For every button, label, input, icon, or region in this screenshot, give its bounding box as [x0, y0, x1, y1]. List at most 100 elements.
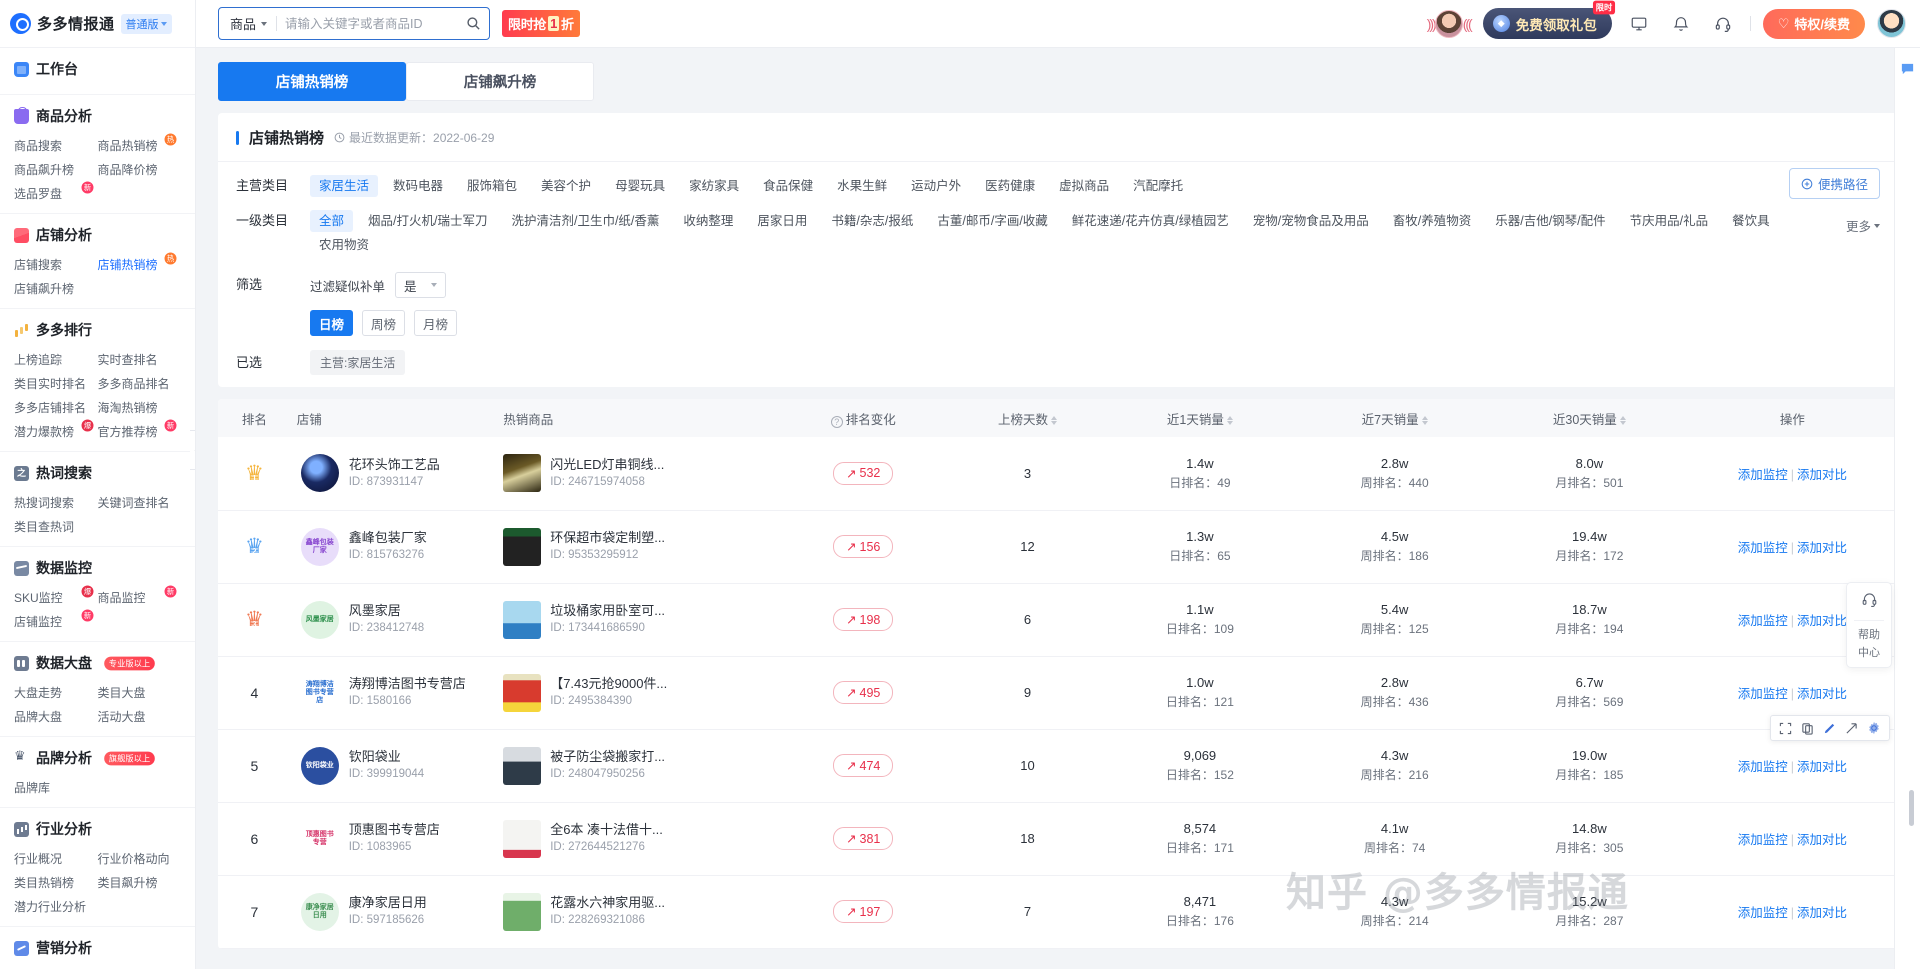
search-icon[interactable]: [457, 8, 489, 39]
cell-product[interactable]: 【7.43元抢9000件... ID: 2495384390: [497, 656, 775, 730]
main-category-chip-美容个护[interactable]: 美容个护: [532, 175, 600, 197]
add-compare-link[interactable]: 添加对比: [1797, 906, 1847, 920]
cell-product[interactable]: 全6本 凑十法借十... ID: 272644521276: [497, 802, 775, 876]
first-category-chip-洗护清洁剂/卫生巾/纸/香薰[interactable]: 洗护清洁剂/卫生巾/纸/香薰: [502, 210, 668, 232]
cell-shop[interactable]: 花环头饰工艺品 ID: 873931147: [290, 437, 498, 511]
sidebar-item-商品搜索[interactable]: 商品搜索: [14, 134, 98, 158]
period-option-日榜[interactable]: 日榜: [310, 310, 353, 336]
sort-icon[interactable]: [1226, 415, 1233, 425]
first-category-chip-烟品/打火机/瑞士军刀[interactable]: 烟品/打火机/瑞士军刀: [359, 210, 496, 232]
sidebar-group-数据监控[interactable]: 数据监控: [0, 558, 195, 578]
portable-path-button[interactable]: 便携路径: [1788, 168, 1880, 199]
period-option-周榜[interactable]: 周榜: [362, 310, 405, 336]
main-category-chip-数码电器[interactable]: 数码电器: [384, 175, 452, 197]
sort-icon[interactable]: [1421, 415, 1428, 425]
sidebar-item-选品罗盘[interactable]: 选品罗盘 新: [14, 181, 98, 206]
tab-店铺飙升榜[interactable]: 店铺飙升榜: [406, 62, 594, 101]
cell-product[interactable]: 被子防尘袋搬家打... ID: 248047950256: [497, 729, 775, 803]
add-compare-link[interactable]: 添加对比: [1797, 541, 1847, 555]
add-monitor-link[interactable]: 添加监控: [1738, 468, 1788, 482]
add-monitor-link[interactable]: 添加监控: [1738, 541, 1788, 555]
add-compare-link[interactable]: 添加对比: [1797, 687, 1847, 701]
sidebar-item-店铺搜索[interactable]: 店铺搜索: [14, 253, 98, 277]
add-monitor-link[interactable]: 添加监控: [1738, 687, 1788, 701]
first-category-chip-畜牧/养殖物资[interactable]: 畜牧/养殖物资: [1384, 210, 1480, 232]
help-center-float[interactable]: 帮助 中心: [1846, 582, 1892, 668]
sidebar-item-多多商品排名[interactable]: 多多商品排名: [98, 372, 182, 396]
table-row[interactable]: 4 涛翔博洁图书专营店 涛翔博洁图书专营店 ID: 1580166 【7.43元抢900…: [218, 656, 1898, 730]
suspect-filter-select[interactable]: 是: [395, 272, 446, 298]
period-option-月榜[interactable]: 月榜: [414, 310, 457, 336]
sidebar-item-热搜词搜索[interactable]: 热搜词搜索: [14, 491, 98, 515]
table-header-d7[interactable]: 近7天销量: [1297, 399, 1492, 437]
sidebar-item-SKU监控[interactable]: SKU监控 爆: [14, 585, 98, 610]
cell-shop[interactable]: 风墨家居 风墨家居 ID: 238412748: [290, 583, 498, 657]
search-type-select[interactable]: 商品: [219, 8, 276, 39]
sort-icon[interactable]: [1619, 415, 1626, 425]
add-compare-link[interactable]: 添加对比: [1797, 468, 1847, 482]
sidebar-group-热词搜索[interactable]: 之热词搜索: [0, 463, 195, 483]
cell-shop[interactable]: 顶惠图书专营 顶惠图书专营店 ID: 1083965: [290, 802, 498, 876]
sidebar-group-品牌分析[interactable]: 品牌分析旗舰版以上: [0, 748, 195, 768]
sidebar-item-店铺监控[interactable]: 店铺监控 新: [14, 609, 98, 634]
shop-info[interactable]: 涛翔博洁图书专营店 涛翔博洁图书专营店 ID: 1580166: [297, 673, 491, 712]
cell-product[interactable]: 垃圾桶家用卧室可... ID: 173441686590: [497, 583, 775, 657]
gear-icon[interactable]: [1867, 721, 1881, 735]
cell-shop[interactable]: 涛翔博洁图书专营店 涛翔博洁图书专营店 ID: 1580166: [290, 656, 498, 730]
sidebar-group-工作台[interactable]: 工作台: [0, 59, 195, 79]
sidebar-item-商品降价榜[interactable]: 商品降价榜: [98, 158, 182, 182]
sidebar-item-品牌大盘[interactable]: 品牌大盘: [14, 705, 98, 729]
help-icon[interactable]: ?: [830, 415, 843, 428]
pen-icon[interactable]: [1823, 722, 1836, 735]
main-category-chip-运动户外[interactable]: 运动户外: [902, 175, 970, 197]
main-category-chip-虚拟商品[interactable]: 虚拟商品: [1050, 175, 1118, 197]
cell-product[interactable]: 花露水六神家用驱... ID: 228269321086: [497, 875, 775, 949]
sidebar-item-潜力爆款榜[interactable]: 潜力爆款榜爆: [14, 419, 98, 444]
shop-info[interactable]: 花环头饰工艺品 ID: 873931147: [297, 454, 491, 493]
sidebar-item-多多店铺排名[interactable]: 多多店铺排名: [14, 396, 98, 420]
screenshot-icon[interactable]: [1779, 722, 1792, 735]
promo-avatar[interactable]: ))) (((: [1427, 9, 1473, 38]
copy-icon[interactable]: [1801, 722, 1814, 735]
cell-shop[interactable]: 鑫峰包装厂家 鑫峰包装厂家 ID: 815763276: [290, 510, 498, 584]
sidebar-item-潜力行业分析[interactable]: 潜力行业分析: [14, 895, 98, 919]
headset-icon[interactable]: [1708, 9, 1738, 39]
main-category-chip-医药健康[interactable]: 医药健康: [976, 175, 1044, 197]
product-info[interactable]: 垃圾桶家用卧室可... ID: 173441686590: [503, 600, 768, 639]
sidebar-item-关键词查排名[interactable]: 关键词查排名: [98, 491, 182, 515]
sidebar-item-商品热销榜[interactable]: 商品热销榜热: [98, 133, 182, 158]
product-info[interactable]: 被子防尘袋搬家打... ID: 248047950256: [503, 746, 768, 785]
sidebar-item-实时查排名[interactable]: 实时查排名: [98, 348, 182, 372]
first-category-chip-餐饮具[interactable]: 餐饮具: [1723, 210, 1779, 232]
table-row[interactable]: 6 顶惠图书专营 顶惠图书专营店 ID: 1083965 全6本 凑十法借十... ID:…: [218, 802, 1898, 876]
table-row[interactable]: ♛ 3 风墨家居 风墨家居 ID: 238412748 垃圾桶家用卧室可... ID: 17…: [218, 583, 1898, 657]
add-monitor-link[interactable]: 添加监控: [1738, 906, 1788, 920]
free-gift-button[interactable]: ◆ 免费领取礼包 限时: [1482, 0, 1615, 39]
sidebar-group-商品分析[interactable]: 商品分析: [0, 106, 195, 126]
more-categories-button[interactable]: 更多: [1846, 213, 1880, 235]
add-compare-link[interactable]: 添加对比: [1797, 760, 1847, 774]
product-info[interactable]: 环保超市袋定制塑... ID: 95353295912: [503, 527, 768, 566]
table-header-d1[interactable]: 近1天销量: [1102, 399, 1298, 437]
sort-icon[interactable]: [1050, 415, 1057, 425]
main-category-chip-服饰箱包[interactable]: 服饰箱包: [458, 175, 526, 197]
tab-店铺热销榜[interactable]: 店铺热销榜: [218, 62, 406, 101]
monitor-icon[interactable]: [1624, 9, 1654, 39]
add-monitor-link[interactable]: 添加监控: [1738, 760, 1788, 774]
product-info[interactable]: 全6本 凑十法借十... ID: 272644521276: [503, 819, 768, 858]
shop-info[interactable]: 顶惠图书专营 顶惠图书专营店 ID: 1083965: [297, 819, 491, 858]
shop-info[interactable]: 钦阳袋业 钦阳袋业 ID: 399919044: [297, 746, 491, 785]
search-input[interactable]: [277, 8, 457, 39]
sidebar-group-店铺分析[interactable]: 店铺分析: [0, 225, 195, 245]
table-header-d30[interactable]: 近30天销量: [1492, 399, 1687, 437]
sidebar-group-行业分析[interactable]: 行业分析: [0, 819, 195, 839]
bell-icon[interactable]: [1666, 9, 1696, 39]
cell-shop[interactable]: 康净家居日用 康净家居日用 ID: 597185626: [290, 875, 498, 949]
sidebar-item-上榜追踪[interactable]: 上榜追踪: [14, 348, 98, 372]
table-row[interactable]: ♛ 2 鑫峰包装厂家 鑫峰包装厂家 ID: 815763276 环保超市袋定制塑... ID…: [218, 510, 1898, 584]
user-avatar[interactable]: [1877, 9, 1906, 38]
main-category-chip-水果生鲜[interactable]: 水果生鲜: [828, 175, 896, 197]
first-category-chip-宠物/宠物食品及用品[interactable]: 宠物/宠物食品及用品: [1244, 210, 1378, 232]
product-info[interactable]: 【7.43元抢9000件... ID: 2495384390: [503, 673, 768, 712]
brand-header[interactable]: 多多情报通 普通版: [0, 0, 195, 48]
